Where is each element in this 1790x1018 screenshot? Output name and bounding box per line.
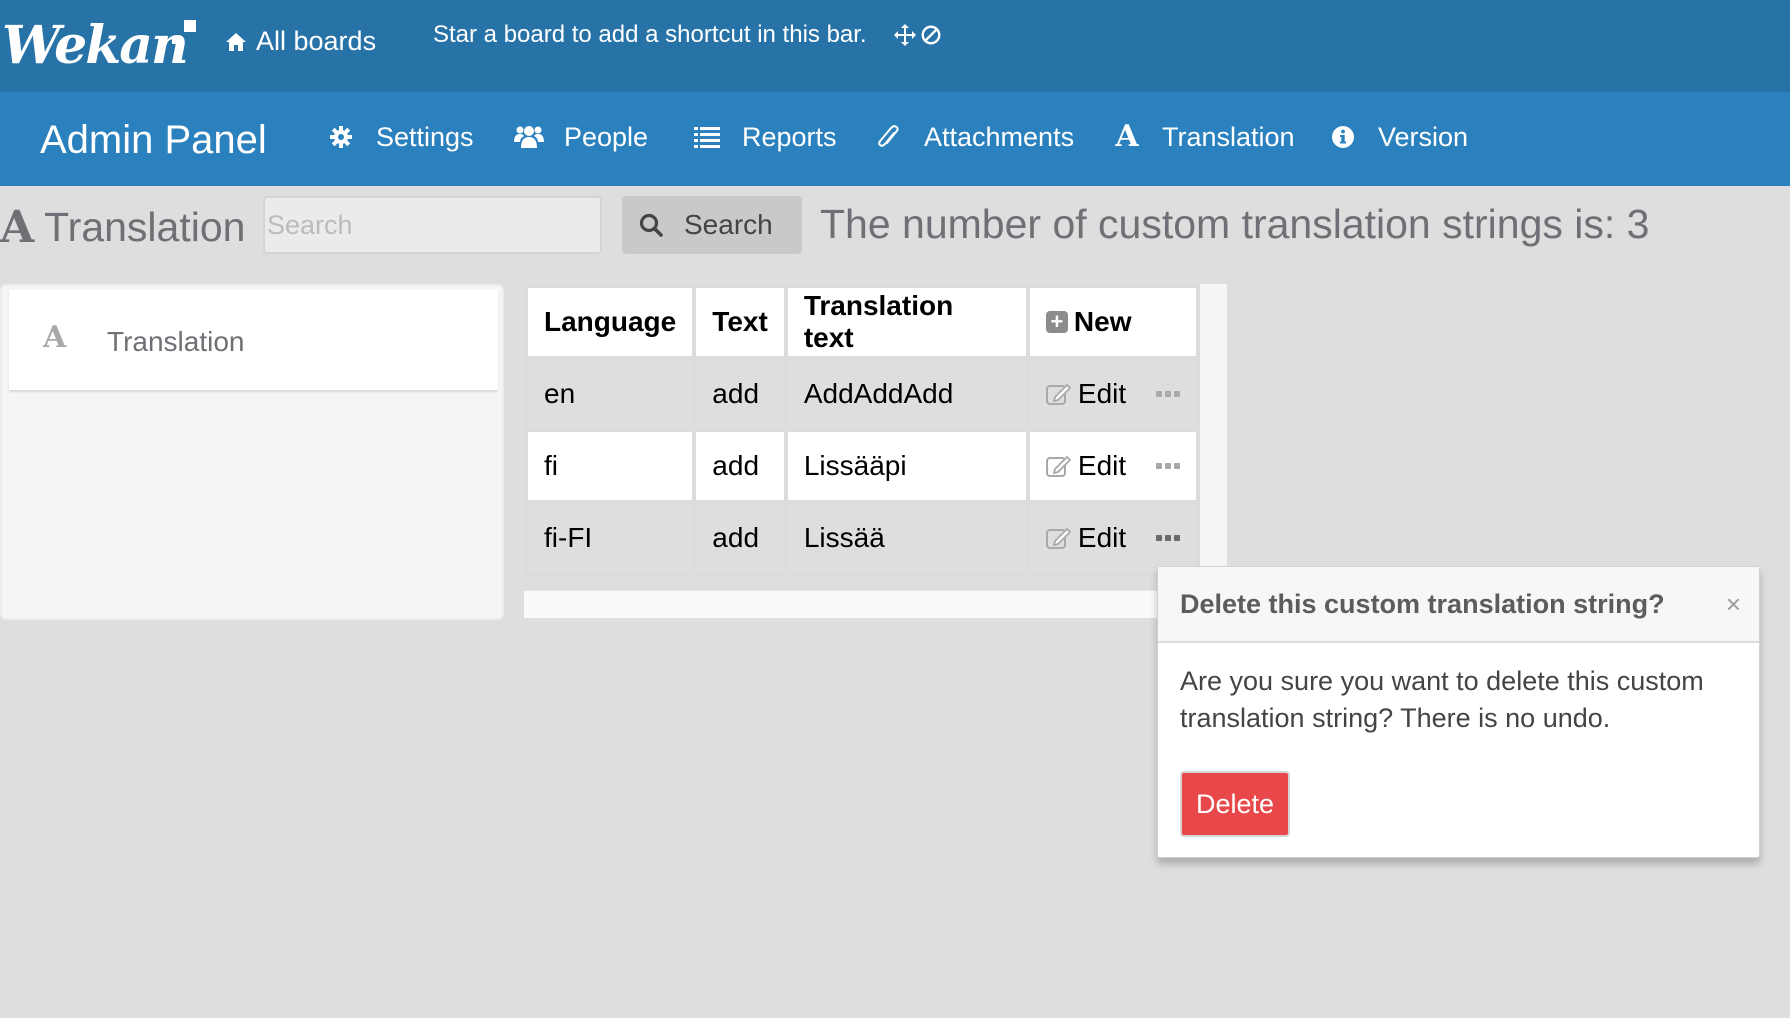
- wekan-logo[interactable]: Wekan: [2, 14, 198, 78]
- font-icon: A: [0, 202, 35, 253]
- nav-translation[interactable]: A Translation: [1112, 119, 1295, 155]
- info-icon: [1328, 122, 1358, 152]
- edit-icon: [1045, 383, 1072, 405]
- cell-translation: Lissääpi: [787, 432, 1026, 500]
- nav-attachments-label: Attachments: [924, 122, 1075, 152]
- nav-settings-label: Settings: [376, 122, 474, 152]
- star-hint-text: Star a board to add a shortcut in this b…: [433, 21, 867, 48]
- cell-language: fi-FI: [528, 504, 693, 572]
- popup-message: Are you sure you want to delete this cus…: [1180, 666, 1704, 733]
- logo-text: Wekan: [2, 15, 189, 76]
- popup-title: Delete this custom translation string?: [1180, 589, 1665, 619]
- close-icon[interactable]: ×: [1726, 589, 1741, 620]
- users-icon: [514, 122, 544, 152]
- nav-people[interactable]: People: [514, 119, 648, 155]
- logo-square-decoration: [184, 20, 196, 32]
- nav-attachments[interactable]: Attachments: [874, 119, 1074, 155]
- nav-translation-label: Translation: [1162, 122, 1295, 152]
- cell-actions: Edit: [1029, 432, 1196, 500]
- search-input[interactable]: [263, 196, 602, 254]
- nav-reports-label: Reports: [742, 122, 837, 152]
- column-header-translation-text: Translation text: [787, 288, 1026, 356]
- search-icon: [639, 213, 663, 237]
- all-boards-link[interactable]: All boards: [224, 26, 376, 57]
- paperclip-icon: [874, 122, 904, 152]
- nav-settings[interactable]: Settings: [326, 119, 474, 155]
- translation-count-text: The number of custom translation strings…: [820, 201, 1650, 247]
- edit-icon: [1045, 527, 1072, 549]
- delete-confirmation-popup: Delete this custom translation string? ×…: [1157, 566, 1760, 858]
- ban-icon[interactable]: [919, 20, 943, 50]
- move-icon[interactable]: [893, 20, 917, 50]
- header-hint-icons: [893, 20, 943, 50]
- cell-actions: Edit: [1029, 504, 1196, 572]
- table-row: fi add Lissääpi Edit: [528, 432, 1196, 500]
- font-icon: A: [1115, 119, 1139, 154]
- table-header-row: Language Text Translation text + New: [528, 288, 1196, 356]
- page-title-label: Translation: [44, 204, 246, 250]
- delete-button[interactable]: Delete: [1180, 771, 1290, 837]
- column-header-text: Text: [696, 288, 784, 356]
- all-boards-label: All boards: [256, 26, 377, 56]
- header-quick-access: Wekan All boards Star a board to add a s…: [0, 0, 1790, 92]
- home-icon: [226, 32, 246, 51]
- more-options-button[interactable]: [1156, 387, 1180, 401]
- sidebar-item-label: Translation: [107, 326, 245, 357]
- title-search-row: A Translation Search The number of custo…: [0, 196, 1790, 254]
- edit-label: Edit: [1077, 450, 1127, 481]
- sidebar: A Translation: [0, 284, 504, 620]
- plus-square-icon: +: [1045, 311, 1068, 333]
- translation-table-container: Language Text Translation text + New en …: [524, 284, 1227, 576]
- more-options-button[interactable]: [1156, 459, 1180, 473]
- nav-version[interactable]: Version: [1328, 119, 1468, 155]
- more-options-button[interactable]: [1156, 531, 1180, 545]
- nav-people-label: People: [564, 122, 649, 152]
- table-footer-bar: [524, 590, 1164, 618]
- edit-icon: [1045, 455, 1072, 477]
- cell-actions: Edit: [1029, 360, 1196, 428]
- table-row: fi-FI add Lissää Edit: [528, 504, 1196, 572]
- table-row: en add AddAddAdd Edit: [528, 360, 1196, 428]
- cell-language: en: [528, 360, 693, 428]
- cell-text: add: [696, 432, 784, 500]
- cell-language: fi: [528, 432, 693, 500]
- edit-button[interactable]: Edit: [1045, 450, 1127, 482]
- new-translation-button[interactable]: + New: [1045, 306, 1180, 338]
- edit-label: Edit: [1077, 378, 1127, 409]
- nav-version-label: Version: [1378, 122, 1469, 152]
- sidebar-item-translation[interactable]: A Translation: [9, 290, 498, 390]
- logo-square-decoration-small: [172, 36, 180, 44]
- edit-button[interactable]: Edit: [1045, 378, 1127, 410]
- popup-header: Delete this custom translation string? ×: [1158, 567, 1759, 643]
- column-header-new: + New: [1029, 288, 1196, 356]
- cell-translation: AddAddAdd: [787, 360, 1026, 428]
- search-button-label: Search: [684, 209, 773, 240]
- admin-panel-bar: Admin Panel Settings People Reports Atta…: [0, 92, 1790, 186]
- admin-panel-title: Admin Panel: [40, 118, 267, 162]
- page-title: A Translation: [0, 202, 245, 253]
- cell-translation: Lissää: [787, 504, 1026, 572]
- edit-label: Edit: [1077, 522, 1127, 553]
- search-button[interactable]: Search: [622, 196, 802, 254]
- list-icon: [692, 122, 722, 152]
- cell-text: add: [696, 360, 784, 428]
- font-icon: A: [43, 320, 67, 355]
- nav-reports[interactable]: Reports: [692, 119, 837, 155]
- gear-icon: [326, 122, 356, 152]
- new-button-label: New: [1073, 306, 1132, 337]
- translation-table: Language Text Translation text + New en …: [524, 284, 1200, 576]
- edit-button[interactable]: Edit: [1045, 522, 1127, 554]
- cell-text: add: [696, 504, 784, 572]
- column-header-language: Language: [528, 288, 693, 356]
